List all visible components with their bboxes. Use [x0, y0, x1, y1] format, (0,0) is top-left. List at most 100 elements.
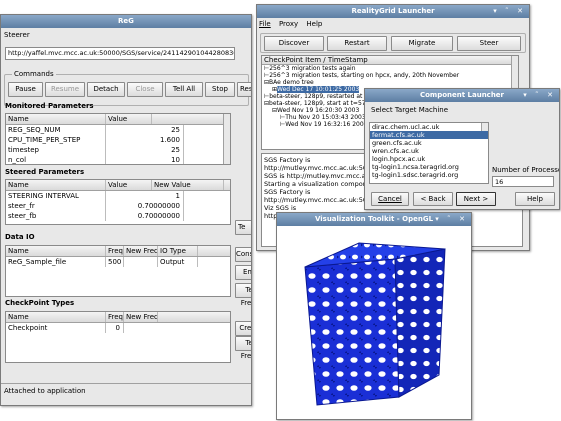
detach-button[interactable]: Detach — [87, 82, 125, 97]
tree-item-label: Thu Nov 20 15:03:43 2003 — [285, 114, 366, 121]
cell-name: REG_SEQ_NUM — [6, 125, 106, 135]
tree-item[interactable]: ⊢ 256^3 migration tests, starting on hpc… — [262, 72, 518, 79]
discover-button[interactable]: Discover — [264, 36, 324, 51]
status-divider — [1, 383, 251, 384]
tree-item-label: Wed Dec 17 10:01:25 2003 — [277, 86, 360, 93]
consume-button[interactable]: Consume — [235, 247, 251, 262]
component-title: Component Launcher — [419, 91, 505, 99]
tree-item-label: BAe demo tree — [269, 79, 314, 86]
col-name[interactable]: Name — [6, 114, 106, 124]
machine-item[interactable]: wren.cfs.ac.uk — [370, 147, 488, 155]
cell-freq: 0 — [106, 323, 124, 333]
cell-value: 0.70000000 — [106, 211, 184, 221]
help-button[interactable]: Help — [515, 192, 555, 206]
machine-item[interactable]: login.hpcx.ac.uk — [370, 155, 488, 163]
next-button[interactable]: Next > — [456, 192, 496, 206]
migrate-button[interactable]: Migrate — [391, 36, 453, 51]
stop-button[interactable]: Stop — [205, 82, 235, 97]
tree-header[interactable]: CheckPoint Item / TimeStamp — [262, 56, 518, 64]
table-row[interactable]: REG_SEQ_NUM 25 — [6, 125, 230, 135]
render-view[interactable] — [277, 227, 471, 420]
steer-button[interactable]: Steer — [457, 36, 521, 51]
monitored-table: Name Value REG_SEQ_NUM 25 CPU_TIME_PER_ST… — [5, 113, 231, 165]
machine-item[interactable]: dirac.chem.ucl.ac.uk — [370, 123, 488, 131]
table-row[interactable]: n_col 10 — [6, 155, 230, 164]
table-row[interactable]: timestep 25 — [6, 145, 230, 155]
machine-item[interactable]: tg-login1.ncsa.teragrid.org — [370, 163, 488, 171]
launcher-restart-button[interactable]: Restart — [327, 36, 387, 51]
machine-item-selected[interactable]: fermat.cfs.ac.uk — [370, 131, 488, 139]
menu-proxy[interactable]: Proxy — [279, 20, 298, 28]
col-freq[interactable]: Freq — [106, 246, 124, 256]
launcher-title: RealityGrid Launcher — [351, 7, 435, 15]
col-value[interactable]: Value — [106, 180, 152, 190]
create-button[interactable]: Create — [235, 321, 251, 336]
machine-item[interactable]: tg-login1.sdsc.teragrid.org — [370, 171, 488, 179]
table-row[interactable]: steer_fb 0.70000000 — [6, 211, 230, 221]
emit-button[interactable]: Emit — [235, 265, 251, 280]
cell-new-freq[interactable] — [124, 257, 158, 267]
tree-item[interactable]: ⊢ 256^3 migration tests again — [262, 65, 518, 72]
table-row[interactable]: CPU_TIME_PER_STEP 1.600 — [6, 135, 230, 145]
table-row[interactable]: steer_fr 0.70000000 — [6, 201, 230, 211]
close-button[interactable]: Close — [127, 82, 163, 97]
resume-button[interactable]: Resume — [45, 82, 85, 97]
machine-list-scrollbar[interactable] — [481, 123, 488, 131]
table-row[interactable]: Checkpoint 0 — [6, 323, 230, 333]
back-button[interactable]: < Back — [413, 192, 453, 206]
col-freq[interactable]: Freq — [106, 312, 124, 322]
machine-list[interactable]: dirac.chem.ucl.ac.uk fermat.cfs.ac.uk gr… — [369, 122, 489, 184]
checkpoint-tell-freqs-button[interactable]: Tell Freq's — [235, 336, 251, 360]
launcher-menubar: File Proxy Help — [259, 19, 328, 30]
cancel-button[interactable]: Cancel — [371, 192, 409, 206]
tell-freqs-button[interactable]: Tell Freq's — [235, 283, 251, 307]
cell-value: 1 — [106, 191, 184, 201]
cell-name: steer_fr — [6, 201, 106, 211]
machine-item[interactable]: green.cfs.ac.uk — [370, 139, 488, 147]
tree-item[interactable]: ⊟ BAe demo tree — [262, 79, 518, 86]
window-controls-icon[interactable]: ▾ ˜ ✕ — [493, 5, 526, 18]
tell-button[interactable]: Te — [235, 220, 251, 235]
procs-input[interactable]: 16 — [492, 176, 554, 187]
table-row[interactable]: ReG_Sample_file 500 Output — [6, 257, 230, 267]
col-new-freq[interactable]: New Freq — [124, 312, 158, 322]
tell-all-button[interactable]: Tell All — [165, 82, 203, 97]
dataio-title: Data IO — [5, 233, 35, 241]
steered-title: Steered Parameters — [5, 168, 85, 176]
col-io-type[interactable]: IO Type — [158, 246, 198, 256]
col-new-value[interactable]: New Value — [152, 180, 224, 190]
commands-label: Commands — [12, 70, 56, 78]
window-controls-icon[interactable]: ▾ ˜ ✕ — [435, 213, 468, 226]
checkpoint-title: CheckPoint Types — [5, 299, 75, 307]
cancel-label: Cancel — [378, 195, 402, 203]
pause-button[interactable]: Pause — [8, 82, 43, 97]
cell-value: 25 — [106, 145, 184, 155]
launcher-title-bar[interactable]: RealityGrid Launcher ▾ ˜ ✕ — [257, 5, 529, 18]
cell-freq: 500 — [106, 257, 124, 267]
col-new-freq[interactable]: New Freq — [124, 246, 158, 256]
procs-label: Number of Processors — [492, 166, 559, 174]
cell-name: steer_fb — [6, 211, 106, 221]
cell-value: 10 — [106, 155, 184, 164]
table-row[interactable]: STEERING INTERVAL 1 — [6, 191, 230, 201]
col-name[interactable]: Name — [6, 180, 106, 190]
steerer-menu[interactable]: Steerer — [4, 31, 30, 39]
tree-item-label: Wed Nov 19 16:20:30 2003 — [277, 107, 360, 114]
menu-help[interactable]: Help — [306, 20, 322, 28]
vtk-title-bar[interactable]: Visualization Toolkit - OpenGL ▾ ˜ ✕ — [277, 213, 471, 226]
reg-title-bar[interactable]: ReG — [1, 15, 251, 28]
sgs-url-field[interactable]: http://yaffel.mvc.mcc.ac.uk:50000/SGS/se… — [5, 47, 235, 60]
structure-front-face — [304, 258, 400, 406]
window-controls-icon[interactable]: ▾ ˜ ✕ — [523, 89, 556, 102]
tree-item-label: 256^3 migration tests, starting on hpcx,… — [269, 72, 460, 79]
component-title-bar[interactable]: Component Launcher ▾ ˜ ✕ — [365, 89, 559, 102]
reg-title: ReG — [118, 17, 134, 25]
structure-side-face — [394, 248, 446, 398]
dataio-table: Name Freq New Freq IO Type ReG_Sample_fi… — [5, 245, 231, 297]
menu-file[interactable]: File — [259, 20, 271, 28]
col-name[interactable]: Name — [6, 312, 106, 322]
restart-button[interactable]: Resta — [237, 82, 251, 97]
col-name[interactable]: Name — [6, 246, 106, 256]
monitored-scrollbar[interactable] — [223, 114, 230, 164]
col-value[interactable]: Value — [106, 114, 152, 124]
